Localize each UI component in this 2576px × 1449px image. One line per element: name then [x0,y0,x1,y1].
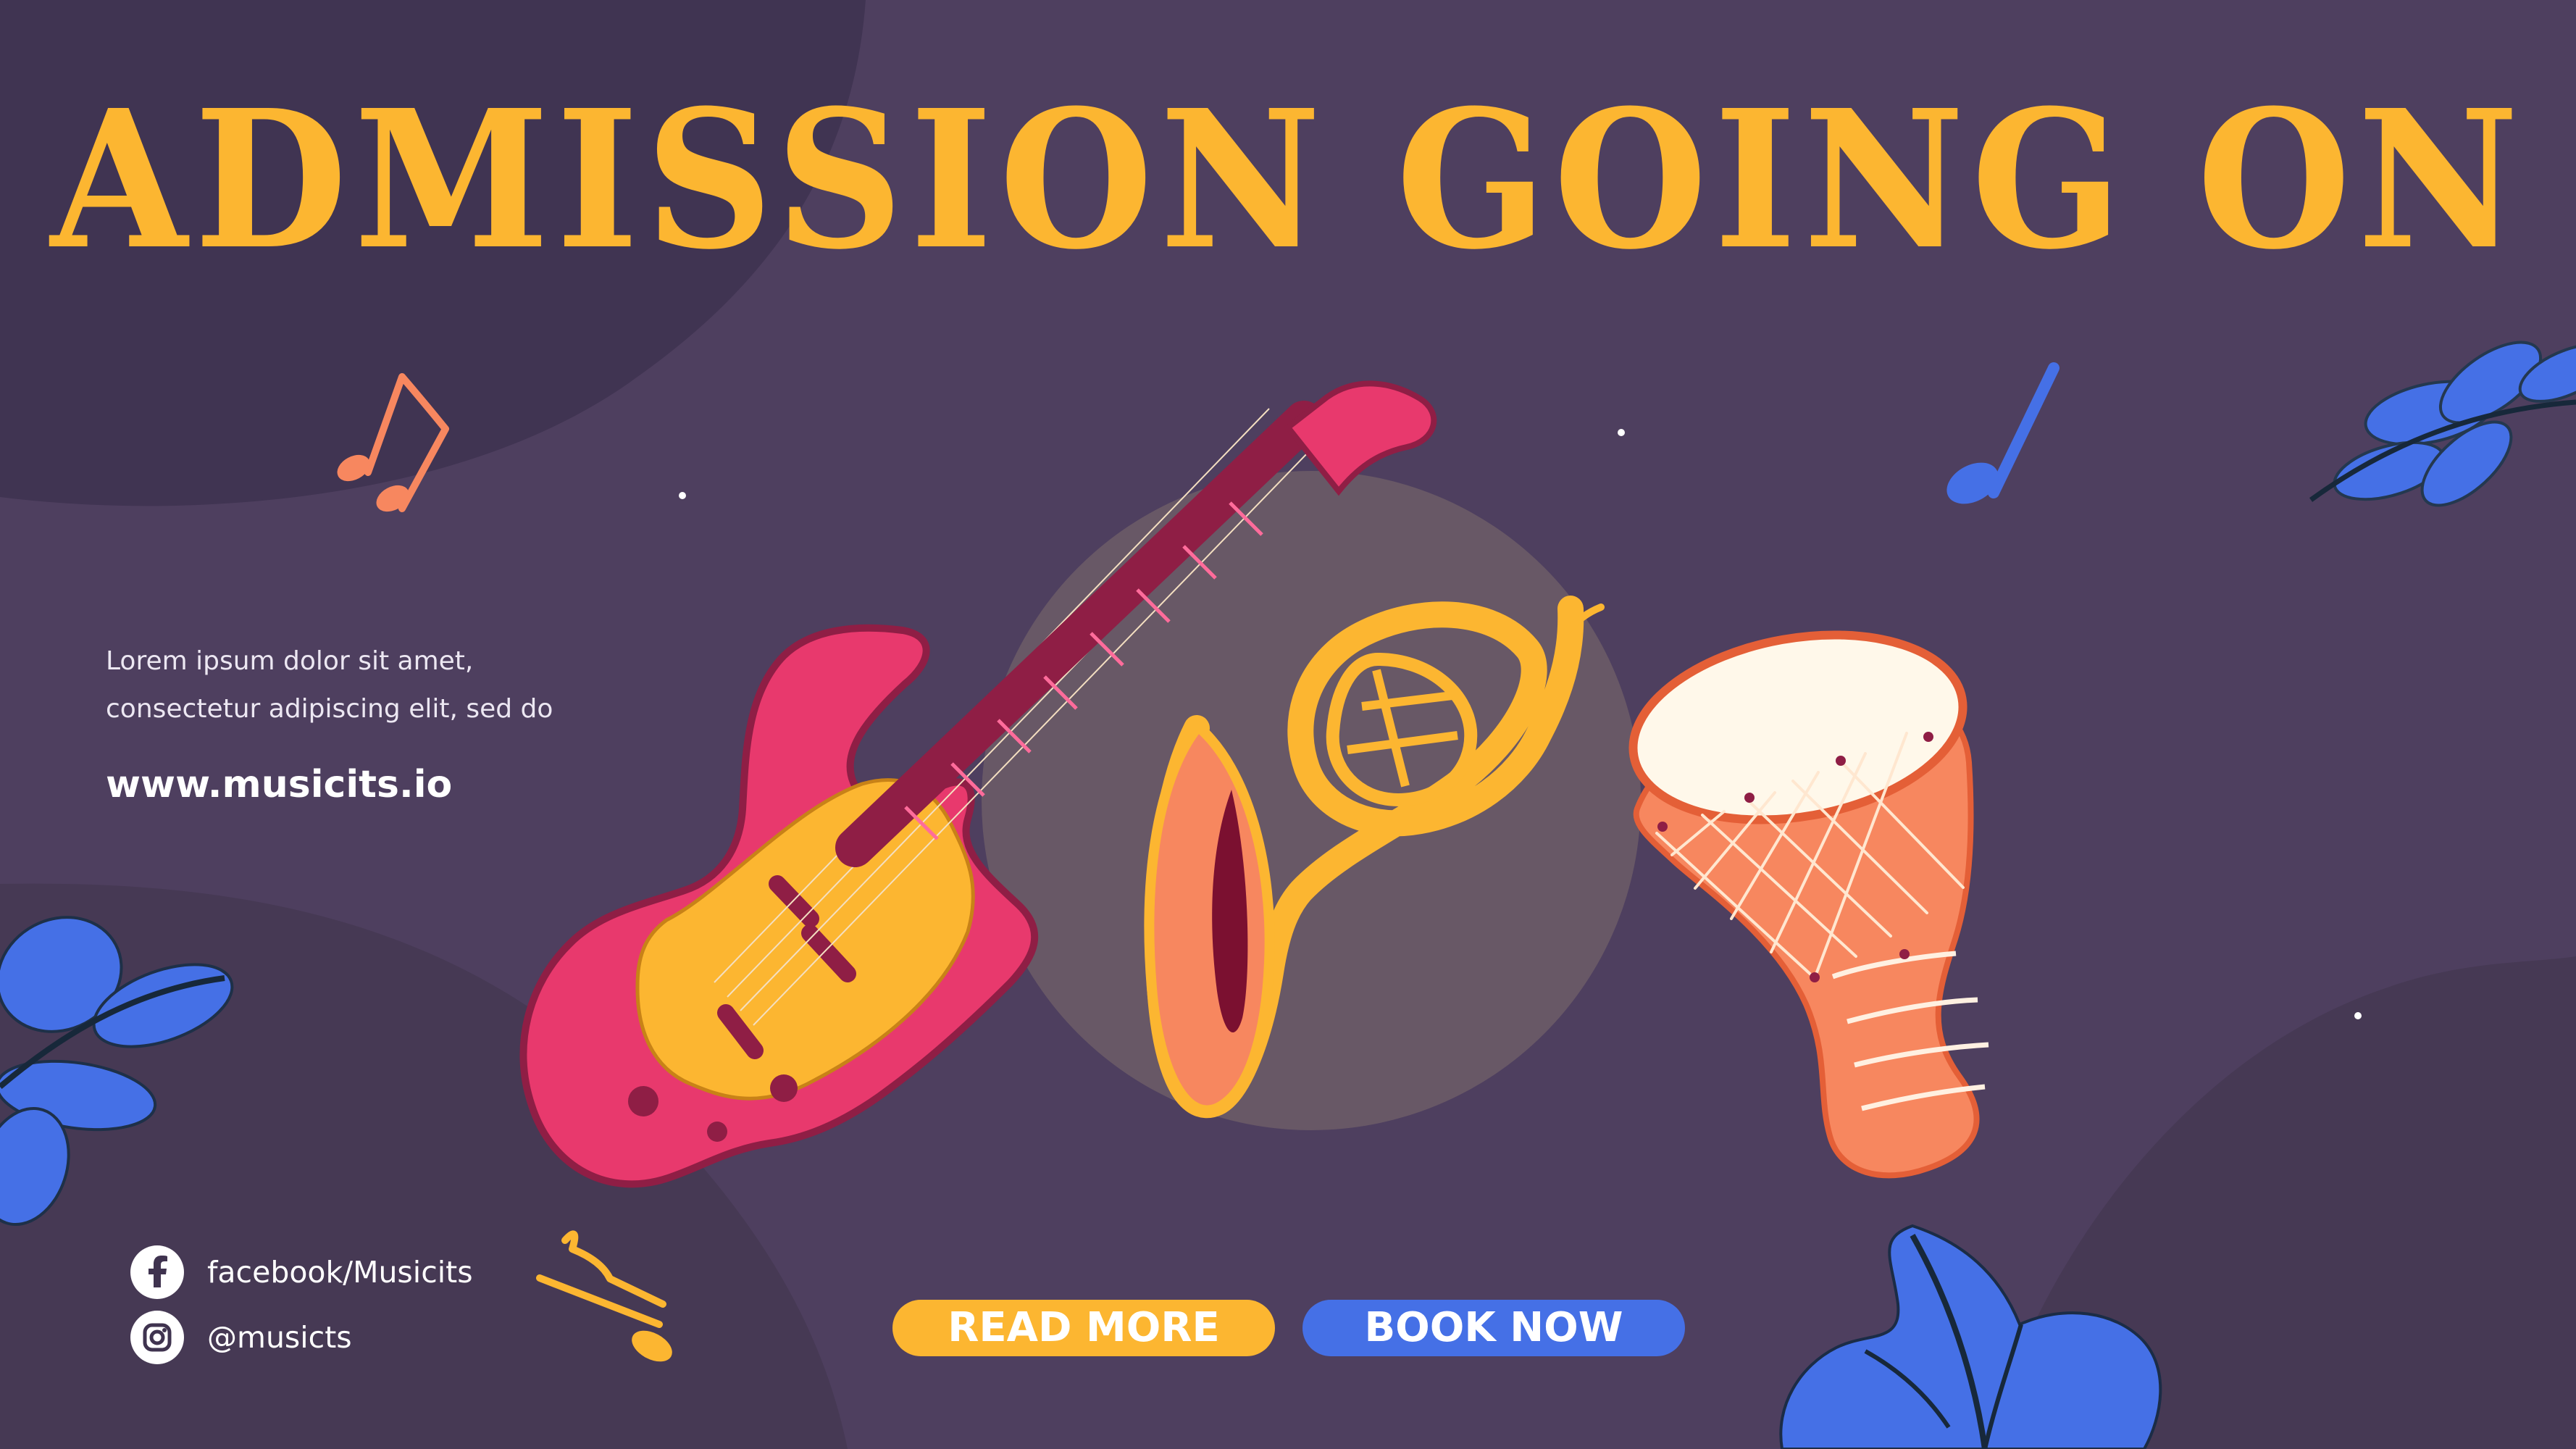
intro-line-1: Lorem ipsum dolor sit amet, [106,646,474,676]
instagram-icon [130,1311,184,1364]
sparkle-dot [2354,1012,2362,1019]
sparkle-dot [1618,429,1625,436]
facebook-contact[interactable]: facebook/Musicits [130,1245,473,1299]
read-more-button[interactable]: READ MORE [892,1300,1275,1356]
admission-banner: ADMISSION GOING ON Lorem ipsum dolor sit… [0,0,2576,1449]
facebook-icon [130,1245,184,1299]
instagram-contact[interactable]: @musicts [130,1311,352,1364]
book-now-button[interactable]: BOOK NOW [1302,1300,1685,1356]
facebook-label: facebook/Musicits [207,1255,473,1290]
intro-copy: Lorem ipsum dolor sit amet, consectetur … [106,638,613,733]
admission-headline: ADMISSION GOING ON [50,68,2526,291]
website-link[interactable]: www.musicits.io [106,758,452,811]
intro-line-2: consectetur adipiscing elit, sed do [106,694,553,724]
instagram-label: @musicts [207,1320,352,1355]
sparkle-dot [679,492,686,499]
